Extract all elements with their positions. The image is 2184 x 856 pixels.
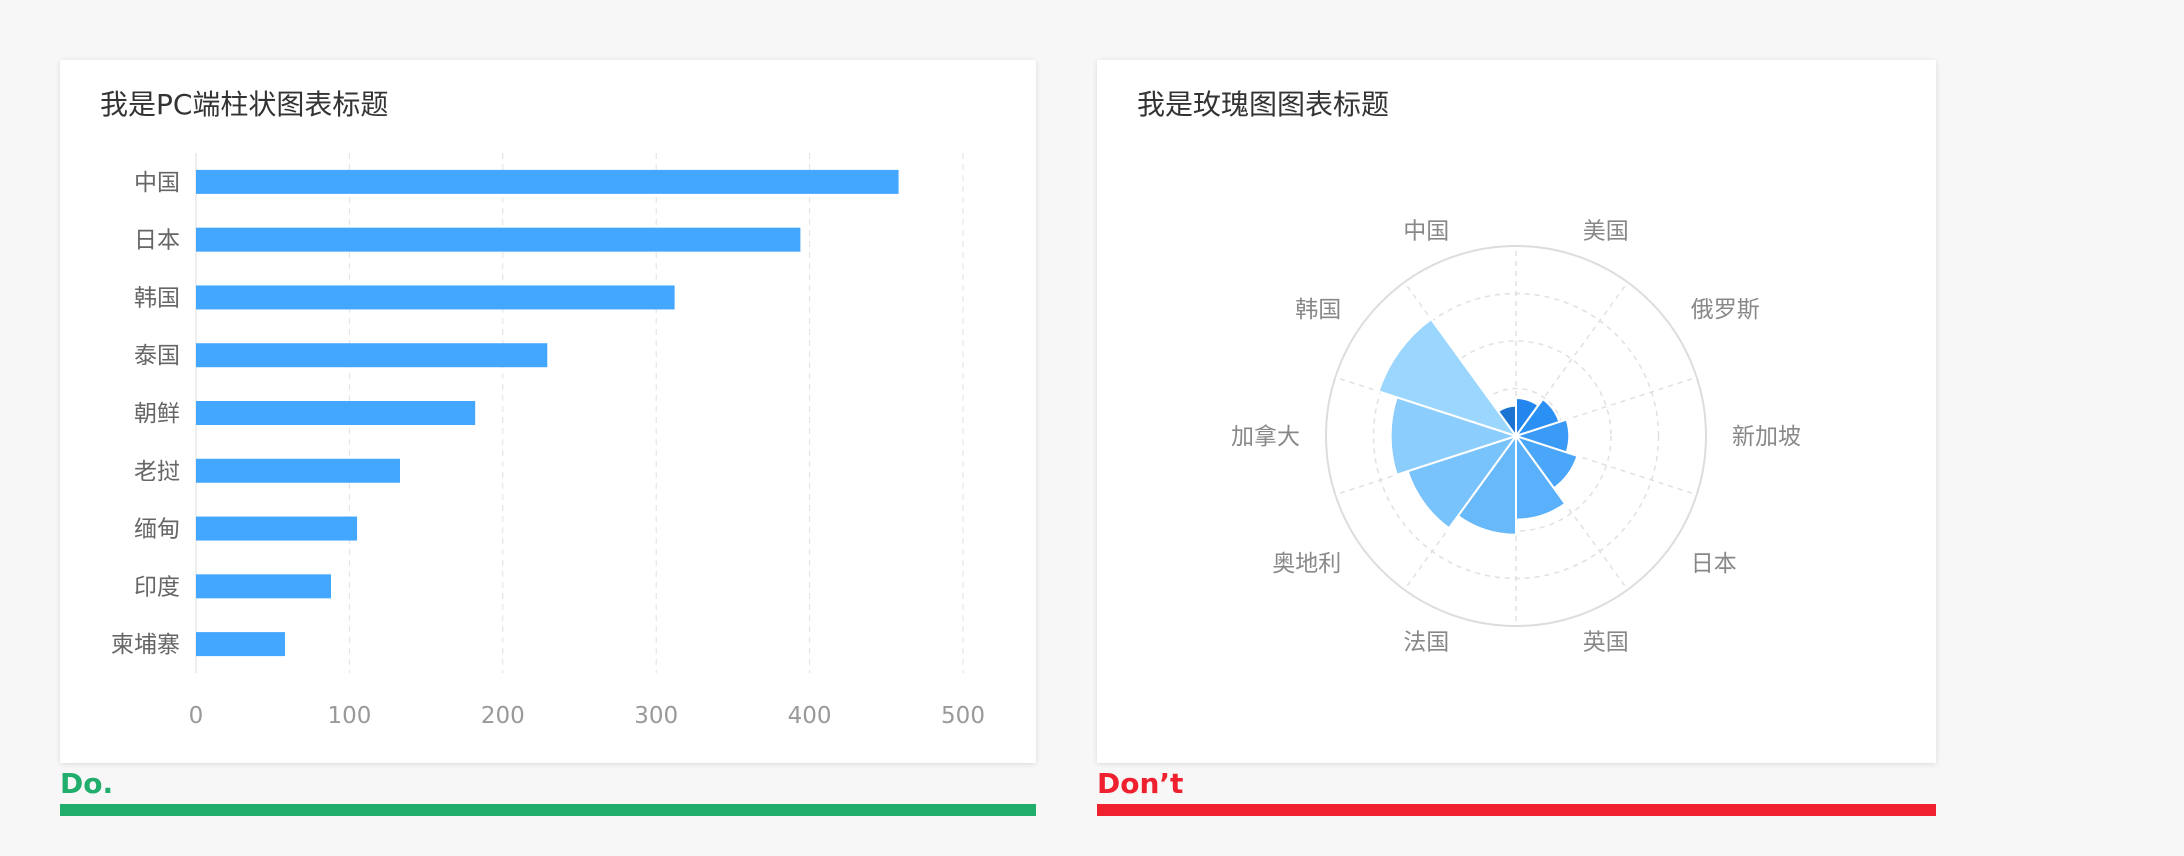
x-tick-label: 200	[481, 703, 525, 729]
x-tick-label: 0	[189, 703, 204, 729]
rose-category-label: 俄罗斯	[1691, 297, 1760, 323]
y-category-label: 日本	[134, 228, 180, 254]
rose-category-label: 中国	[1403, 219, 1449, 245]
rose-category-label: 韩国	[1295, 297, 1341, 323]
y-category-label: 印度	[134, 574, 180, 600]
bar	[196, 343, 548, 368]
y-category-label: 泰国	[134, 343, 180, 369]
rose-category-label: 日本	[1691, 551, 1737, 577]
rose-category-label: 加拿大	[1231, 423, 1300, 450]
bar	[196, 401, 476, 425]
rose-category-label: 美国	[1583, 219, 1629, 245]
x-tick-label: 400	[788, 703, 832, 729]
rose-category-label: 英国	[1583, 629, 1629, 655]
rose-category-label: 奥地利	[1272, 551, 1341, 577]
bar	[196, 285, 675, 310]
bar	[196, 516, 358, 541]
rose-category-label: 法国	[1403, 629, 1449, 655]
x-tick-label: 100	[327, 703, 371, 729]
y-category-label: 朝鲜	[134, 401, 180, 427]
bar	[196, 169, 899, 194]
rose-chart-card: 我是玫瑰图图表标题 中国 美国 俄罗斯 新加坡 日本 英国 法国 奥地利 加拿大 韩国	[1097, 60, 1936, 763]
x-tick-label: 300	[634, 703, 678, 729]
y-category-label: 韩国	[134, 285, 180, 311]
bar	[196, 574, 331, 599]
rose-chart: 中国 美国俄罗斯新加坡日本英国 法国 奥地利 加拿大 韩国	[1231, 219, 1801, 656]
bar-chart-card: 我是PC端柱状图表标题 0 100 200 300 400 500 中国 日本 韩国 泰国 朝鲜 老挝…	[60, 60, 1036, 763]
dont-bar	[1097, 804, 1936, 816]
bar-chart: 0 100 200 300 400 500 中国日本韩国泰国朝鲜老挝缅甸印度柬埔寨	[111, 153, 985, 729]
y-category-label: 中国	[134, 170, 180, 196]
bar	[196, 227, 801, 252]
rose-category-label: 新加坡	[1732, 424, 1801, 450]
x-tick-label: 500	[941, 703, 985, 729]
do-label: Do.	[60, 767, 114, 800]
bar	[196, 632, 285, 657]
dont-label: Don’t	[1097, 767, 1184, 800]
y-category-label: 缅甸	[134, 517, 180, 543]
do-bar	[60, 804, 1036, 816]
y-category-label: 老挝	[134, 459, 180, 485]
bar	[196, 458, 401, 483]
y-category-label: 柬埔寨	[111, 632, 180, 658]
